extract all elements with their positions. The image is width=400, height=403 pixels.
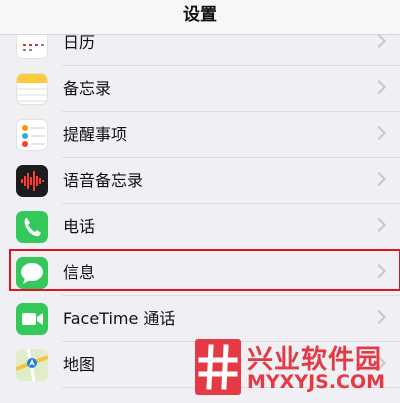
messages-icon (16, 257, 48, 289)
notes-icon (16, 73, 48, 105)
hash-icon (198, 344, 238, 390)
nav-bar: 设置 (0, 0, 400, 35)
watermark-logo (195, 339, 241, 395)
settings-row-label: 信息 (63, 263, 96, 282)
chevron-right-icon (371, 79, 387, 95)
phone-icon (16, 211, 48, 243)
settings-row-facetime[interactable]: FaceTime 通话 (0, 296, 400, 342)
settings-row-voice-memos[interactable]: 语音备忘录 (0, 158, 400, 204)
chevron-right-icon (371, 263, 387, 279)
reminders-icon (16, 119, 48, 151)
chevron-right-icon (371, 125, 387, 141)
watermark-url: MYXYJS.COM (247, 371, 386, 393)
settings-row-label: 语音备忘录 (63, 171, 144, 190)
chevron-right-icon (371, 33, 387, 49)
settings-row-phone[interactable]: 电话 (0, 204, 400, 250)
settings-row-label: 备忘录 (63, 79, 112, 98)
settings-row-label: 电话 (63, 217, 96, 236)
page-title: 设置 (183, 5, 217, 25)
watermark: 兴业软件园 MYXYJS.COM (195, 339, 395, 395)
settings-row-messages[interactable]: 信息 (0, 250, 400, 296)
chevron-right-icon (371, 217, 387, 233)
settings-row-reminders[interactable]: 提醒事项 (0, 112, 400, 158)
facetime-icon (16, 303, 48, 335)
chevron-right-icon (371, 309, 387, 325)
settings-row-label: 地图 (63, 355, 96, 374)
maps-icon (16, 349, 48, 381)
settings-row-label: 提醒事项 (63, 125, 128, 144)
chevron-right-icon (371, 171, 387, 187)
settings-row-notes[interactable]: 备忘录 (0, 66, 400, 112)
voice-memos-icon (16, 165, 48, 197)
settings-row-label: FaceTime 通话 (63, 309, 176, 328)
